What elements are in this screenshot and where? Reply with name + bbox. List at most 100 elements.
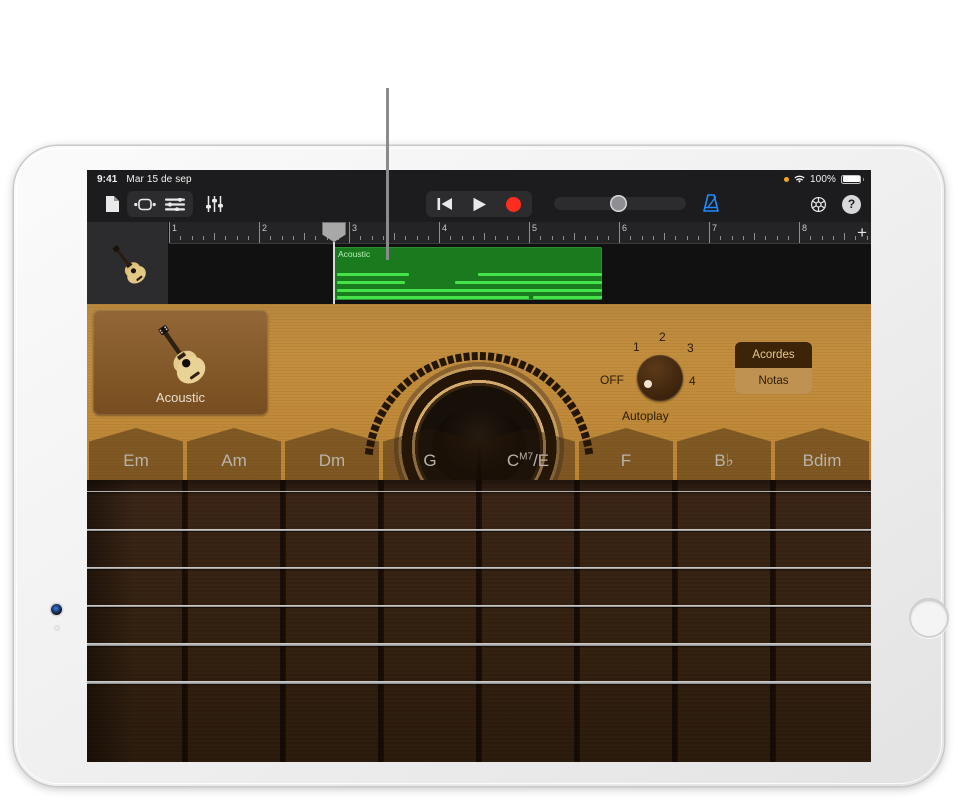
tracks-view-button[interactable] [160, 191, 190, 217]
ruler-tick [450, 236, 452, 240]
guitar-string-1[interactable] [87, 491, 871, 493]
rosette-dash [503, 354, 511, 365]
autoplay-knob[interactable] [637, 355, 683, 401]
ruler-tick [214, 233, 215, 240]
fret-divider [476, 480, 482, 762]
gear-icon [810, 196, 826, 212]
playhead[interactable] [322, 222, 346, 304]
rewind-button[interactable] [428, 191, 462, 217]
ruler-tick [292, 236, 294, 240]
ruler-tick [686, 236, 688, 240]
rosette-dash [396, 382, 407, 393]
rosette-dash [438, 357, 448, 367]
metronome-button[interactable] [700, 192, 722, 214]
ruler-measure-5: 5 [529, 222, 537, 243]
loop-browser-button[interactable] [130, 191, 160, 217]
guitar-string-5[interactable] [87, 643, 871, 646]
settings-button[interactable] [803, 191, 833, 217]
autoplay-label-2[interactable]: 2 [659, 330, 666, 344]
play-button[interactable] [462, 191, 496, 217]
chord-strip-Bdim[interactable]: Bdim [775, 428, 869, 480]
home-button[interactable] [909, 598, 949, 638]
rosette-dash [446, 355, 455, 365]
ruler-measure-4: 4 [439, 222, 447, 243]
autoplay-label-off[interactable]: OFF [600, 373, 624, 387]
ruler-measure-7: 7 [709, 222, 717, 243]
chord-strip-F[interactable]: F [579, 428, 673, 480]
rosette-dash [391, 388, 402, 399]
chords-notes-toggle[interactable]: Acordes Notas [735, 342, 812, 394]
guitar-fretboard[interactable] [87, 480, 871, 762]
fretboard-nut-shadow [87, 480, 134, 762]
chord-strip-Am[interactable]: Am [187, 428, 281, 480]
loop-region-icon [134, 198, 156, 210]
front-camera-icon [51, 604, 62, 615]
ruler-tick [371, 236, 373, 240]
midi-note-bar [525, 289, 602, 292]
chord-strip-Em[interactable]: Em [89, 428, 183, 480]
chord-label: Em [123, 451, 149, 470]
chord-strip-CM7E[interactable]: CM7/E [481, 428, 575, 480]
fret-divider [672, 480, 678, 762]
metronome-icon [703, 194, 719, 212]
ruler-tick [405, 236, 407, 240]
ruler-tick [461, 236, 463, 240]
toolbar-right-group: ? [803, 191, 861, 217]
guitar-string-2[interactable] [87, 529, 871, 531]
chord-strip-G[interactable]: G [383, 428, 477, 480]
record-dot-icon [505, 196, 521, 212]
document-icon [105, 196, 119, 212]
wifi-icon [794, 175, 805, 183]
rosette-dash [423, 363, 433, 374]
rosette-dash [376, 408, 387, 418]
fret-divider [770, 480, 776, 762]
ruler-tick [630, 236, 632, 240]
rosette-dash [430, 360, 440, 370]
play-icon [473, 197, 486, 211]
chord-strip-Dm[interactable]: Dm [285, 428, 379, 480]
ruler-tick [416, 236, 418, 240]
add-track-button[interactable]: + [857, 223, 867, 242]
autoplay-control[interactable]: OFF 1 2 3 4 Autoplay [600, 330, 714, 440]
ruler-tick [180, 236, 182, 240]
mixer-button[interactable] [199, 191, 229, 217]
acoustic-guitar-icon [157, 324, 205, 384]
autoplay-label-3[interactable]: 3 [687, 341, 694, 355]
guitar-string-4[interactable] [87, 605, 871, 608]
toggle-option-acordes[interactable]: Acordes [735, 342, 812, 368]
rosette-dash [381, 401, 392, 411]
midi-region-acoustic[interactable]: Acoustic [333, 247, 602, 300]
master-volume-slider[interactable] [554, 195, 686, 212]
rewind-to-start-icon [437, 198, 452, 210]
ruler-measure-2: 2 [259, 222, 267, 243]
ruler-tick [675, 236, 677, 240]
track-lane[interactable]: Acoustic [169, 244, 871, 304]
ruler-tick [202, 236, 204, 240]
chord-strip-B[interactable]: B♭ [677, 428, 771, 480]
ruler-tick [641, 236, 643, 240]
autoplay-label-4[interactable]: 4 [689, 374, 696, 388]
ruler-tick [551, 236, 553, 240]
instrument-picker-button[interactable]: Acoustic [93, 310, 268, 415]
transport-controls [426, 191, 532, 217]
ruler-tick [304, 233, 305, 240]
ruler-tick [765, 236, 767, 240]
ruler-tick [427, 236, 429, 240]
timeline-ruler[interactable]: 1 2 3 4 5 6 7 8 + [169, 222, 871, 244]
midi-note-bar [509, 296, 529, 299]
master-volume-knob[interactable] [610, 195, 627, 212]
toggle-option-notas[interactable]: Notas [735, 368, 812, 394]
my-songs-button[interactable] [97, 191, 127, 217]
instrument-picker-label: Acoustic [155, 389, 206, 405]
track-header-acoustic[interactable] [87, 222, 169, 304]
autoplay-label-1[interactable]: 1 [633, 340, 640, 354]
help-button[interactable]: ? [842, 194, 861, 214]
guitar-string-6[interactable] [87, 681, 871, 685]
rosette-dash [510, 357, 519, 367]
midi-note-bar [558, 273, 602, 276]
ruler-tick [472, 236, 474, 240]
ruler-tick [776, 236, 778, 240]
record-button[interactable] [496, 191, 530, 217]
guitar-string-3[interactable] [87, 567, 871, 569]
ruler-tick [191, 236, 193, 240]
